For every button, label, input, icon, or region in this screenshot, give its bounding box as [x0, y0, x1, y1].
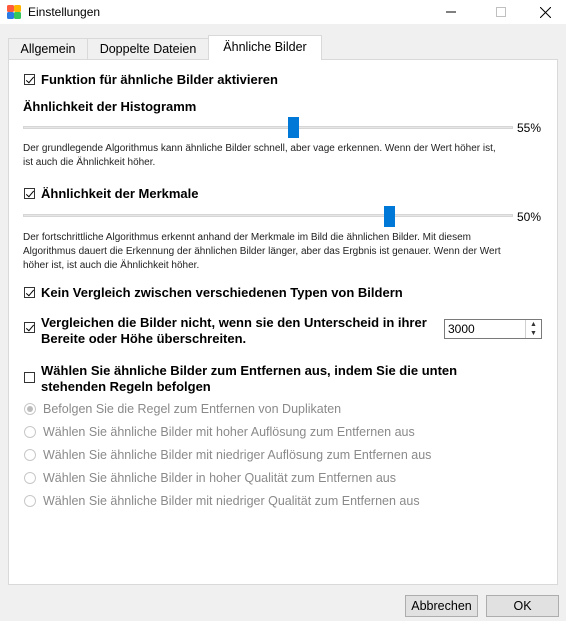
features-slider-track[interactable] — [23, 214, 513, 217]
title-bar: Einstellungen — [0, 0, 566, 24]
features-label: Ähnlichkeit der Merkmale — [41, 186, 199, 201]
size-diff-checkbox[interactable] — [24, 322, 35, 333]
minimize-icon — [446, 11, 456, 13]
size-diff-value[interactable]: 3000 — [448, 322, 475, 336]
rule-label-low-resolution: Wählen Sie ähnliche Bilder mit niedriger… — [43, 448, 432, 462]
auto-select-checkbox[interactable] — [24, 372, 35, 383]
maximize-button — [478, 0, 524, 24]
features-hint-line1: Der fortschrittliche Algorithmus erkennt… — [23, 232, 471, 243]
features-hint-line3: höher ist, ist auch die Ähnlichkeit höhe… — [23, 260, 200, 271]
no-compare-types-label: Kein Vergleich zwischen verschiedenen Ty… — [41, 285, 403, 300]
histogram-slider-thumb[interactable] — [288, 117, 299, 138]
rule-radio-low-quality[interactable] — [24, 495, 36, 507]
stepper-buttons: ▲ ▼ — [525, 320, 541, 338]
cancel-button[interactable]: Abbrechen — [405, 595, 478, 617]
rule-label-high-quality: Wählen Sie ähnliche Bilder in hoher Qual… — [43, 471, 396, 485]
auto-select-label-line1: Wählen Sie ähnliche Bilder zum Entfernen… — [41, 363, 458, 378]
histogram-hint-line2: ist auch die Ähnlichkeit höher. — [23, 157, 156, 168]
features-value: 50% — [517, 210, 542, 224]
rule-radio-low-resolution[interactable] — [24, 449, 36, 461]
features-slider-thumb[interactable] — [384, 206, 395, 227]
ok-button[interactable]: OK — [486, 595, 559, 617]
histogram-slider-track[interactable] — [23, 126, 513, 129]
stepper-down-icon[interactable]: ▼ — [526, 329, 541, 338]
size-diff-stepper[interactable]: 3000 ▲ ▼ — [444, 319, 542, 339]
window-title: Einstellungen — [28, 5, 101, 19]
size-diff-label-line1: Vergleichen die Bilder nicht, wenn sie d… — [41, 315, 427, 330]
size-diff-label-line2: Bereite oder Höhe überschreiten. — [41, 331, 247, 346]
features-checkbox[interactable] — [24, 188, 35, 199]
no-compare-types-checkbox[interactable] — [24, 287, 35, 298]
features-hint-line2: Algorithmus dauert die Erkennung der ähn… — [23, 246, 501, 257]
tab-allgemein[interactable]: Allgemein — [8, 38, 88, 59]
tab-doppelte-dateien[interactable]: Doppelte Dateien — [87, 38, 209, 59]
tab-aehnliche-bilder[interactable]: Ähnliche Bilder — [208, 35, 322, 60]
rule-radio-duplicates[interactable] — [24, 403, 36, 415]
histogram-hint-line1: Der grundlegende Algorithmus kann ähnlic… — [23, 143, 496, 154]
minimize-button[interactable] — [428, 0, 474, 24]
rule-label-low-quality: Wählen Sie ähnliche Bilder mit niedriger… — [43, 494, 420, 508]
stepper-up-icon[interactable]: ▲ — [526, 320, 541, 329]
rule-label-high-resolution: Wählen Sie ähnliche Bilder mit hoher Auf… — [43, 425, 415, 439]
close-button[interactable] — [522, 0, 566, 24]
rule-radio-high-resolution[interactable] — [24, 426, 36, 438]
histogram-heading: Ähnlichkeit der Histogramm — [23, 99, 197, 114]
rule-radio-high-quality[interactable] — [24, 472, 36, 484]
enable-feature-label: Funktion für ähnliche Bilder aktivieren — [41, 72, 278, 87]
app-logo-icon — [7, 5, 21, 19]
enable-feature-checkbox[interactable] — [24, 74, 35, 85]
rule-label-duplicates: Befolgen Sie die Regel zum Entfernen von… — [43, 402, 342, 416]
histogram-value: 55% — [517, 121, 542, 135]
close-icon — [539, 6, 551, 18]
maximize-icon — [496, 7, 506, 17]
auto-select-label-line2: stehenden Regeln befolgen — [41, 379, 211, 394]
